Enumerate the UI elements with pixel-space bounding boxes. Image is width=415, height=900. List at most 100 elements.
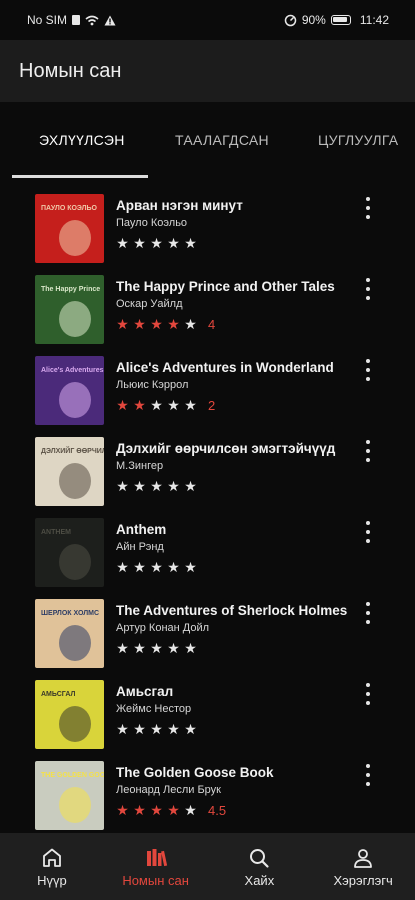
nav-search[interactable]: Хайх: [208, 833, 312, 900]
star-rating: ★ ★ ★ ★ ★: [114, 640, 208, 657]
star-icon: ★: [116, 559, 129, 575]
book-title: Anthem: [116, 522, 167, 537]
cover-art: ПАУЛО КОЭЛЬО: [35, 194, 104, 263]
more-options-icon[interactable]: [362, 683, 374, 705]
more-options-icon[interactable]: [362, 602, 374, 624]
menu-dot: [366, 521, 370, 525]
star-icon: ★: [133, 235, 146, 251]
tab-started[interactable]: ЭХЛҮҮЛСЭН: [39, 132, 125, 148]
cover-art: THE GOLDEN GOOSE: [35, 761, 104, 830]
menu-dot: [366, 449, 370, 453]
book-cover[interactable]: ШЕРЛОК ХОЛМС: [35, 599, 104, 668]
list-item[interactable]: АМЬСГАЛ Амьсгал Жеймс Нестор ★ ★ ★ ★ ★: [0, 664, 415, 749]
star-rating: ★ ★ ★ ★ ★: [114, 559, 208, 576]
cover-art: ANTHEM: [35, 518, 104, 587]
book-title: The Adventures of Sherlock Holmes: [116, 603, 348, 618]
book-author: М.Зингер: [116, 460, 164, 472]
nav-library-label: Номын сан: [122, 873, 189, 888]
list-item[interactable]: ШЕРЛОК ХОЛМС The Adventures of Sherlock H…: [0, 583, 415, 668]
clock: 11:42: [359, 13, 389, 27]
star-rating: ★ ★ ★ ★ ★: [114, 478, 208, 495]
cover-illustration: [59, 706, 91, 742]
star-icon: ★: [167, 316, 180, 332]
cover-art: АМЬСГАЛ: [35, 680, 104, 749]
list-item[interactable]: Alice's Adventures in Wonderland Alice's …: [0, 340, 415, 425]
star-icon: ★: [133, 559, 146, 575]
star-icon: ★: [150, 316, 163, 332]
cover-illustration: [59, 625, 91, 661]
list-item[interactable]: THE GOLDEN GOOSE The Golden Goose Book Лео…: [0, 745, 415, 830]
book-cover[interactable]: THE GOLDEN GOOSE: [35, 761, 104, 830]
app-bar: Номын сан: [0, 40, 415, 102]
menu-dot: [366, 215, 370, 219]
nav-home[interactable]: Нүүр: [0, 833, 104, 900]
menu-dot: [366, 197, 370, 201]
menu-dot: [366, 773, 370, 777]
star-icon: ★: [184, 235, 197, 251]
menu-dot: [366, 692, 370, 696]
star-rating: ★ ★ ★ ★ ★: [114, 235, 208, 252]
nav-library[interactable]: Номын сан: [104, 833, 208, 900]
cover-illustration: [59, 463, 91, 499]
menu-dot: [366, 368, 370, 372]
book-cover[interactable]: The Happy Prince: [35, 275, 104, 344]
menu-dot: [366, 278, 370, 282]
nav-search-label: Хайх: [244, 873, 275, 888]
rating-value: 2: [208, 398, 216, 413]
star-icon: ★: [150, 235, 163, 251]
cover-caption: ПАУЛО КОЭЛЬО: [41, 205, 97, 212]
star-icon: ★: [150, 397, 163, 413]
book-author: Артур Конан Дойл: [116, 622, 210, 634]
book-cover[interactable]: АМЬСГАЛ: [35, 680, 104, 749]
more-options-icon[interactable]: [362, 359, 374, 381]
sim-icon: [72, 15, 81, 25]
more-options-icon[interactable]: [362, 278, 374, 300]
search-icon: [250, 849, 269, 868]
star-icon: ★: [167, 478, 180, 494]
cover-illustration: [59, 544, 91, 580]
book-author: Оскар Уайлд: [116, 298, 183, 310]
list-item[interactable]: ANTHEM Anthem Айн Рэнд ★ ★ ★ ★ ★: [0, 502, 415, 587]
tab-bar: ЭХЛҮҮЛСЭН ТААЛАГДСАН ЦУГЛУУЛГА: [0, 102, 415, 178]
star-rating: ★ ★ ★ ★ ★ 4: [114, 316, 215, 333]
list-item[interactable]: ПАУЛО КОЭЛЬО Арван нэгэн минут Пауло Коэль…: [0, 178, 415, 263]
book-title: Амьсгал: [116, 684, 174, 699]
nav-profile[interactable]: Хэрэглэгч: [311, 833, 415, 900]
cover-caption: ШЕРЛОК ХОЛМС: [41, 610, 99, 617]
menu-dot: [366, 377, 370, 381]
star-icon: ★: [116, 802, 129, 818]
wifi-icon: [85, 15, 99, 25]
more-options-icon[interactable]: [362, 440, 374, 462]
book-cover[interactable]: Alice's Adventures in Wonderland: [35, 356, 104, 425]
tab-liked[interactable]: ТААЛАГДСАН: [175, 132, 269, 148]
library-icon: [146, 849, 167, 867]
list-item[interactable]: The Happy Prince The Happy Prince and Oth…: [0, 259, 415, 344]
star-icon: ★: [133, 397, 146, 413]
book-title: The Happy Prince and Other Tales: [116, 279, 335, 294]
cover-art: ШЕРЛОК ХОЛМС: [35, 599, 104, 668]
more-options-icon[interactable]: [362, 197, 374, 219]
warning-icon: [104, 15, 116, 25]
book-cover[interactable]: ПАУЛО КОЭЛЬО: [35, 194, 104, 263]
menu-dot: [366, 611, 370, 615]
star-icon: ★: [184, 397, 197, 413]
menu-dot: [366, 458, 370, 462]
book-cover[interactable]: ДЭЛХИЙГ ӨӨРЧИЛСӨН: [35, 437, 104, 506]
cover-caption: Alice's Adventures in Wonderland: [41, 367, 104, 374]
more-options-icon[interactable]: [362, 764, 374, 786]
cover-caption: ДЭЛХИЙГ ӨӨРЧИЛСӨН: [41, 446, 104, 455]
book-author: Жеймс Нестор: [116, 703, 192, 715]
more-options-icon[interactable]: [362, 521, 374, 543]
book-author: Льюис Кэррол: [116, 379, 189, 391]
cover-illustration: [59, 382, 91, 418]
menu-dot: [366, 539, 370, 543]
book-title: Дэлхийг өөрчилсөн эмэгтэйчүүд: [116, 441, 336, 456]
cover-art: Alice's Adventures in Wonderland: [35, 356, 104, 425]
tab-collection[interactable]: ЦУГЛУУЛГА: [318, 132, 398, 148]
star-icon: ★: [116, 397, 129, 413]
star-icon: ★: [133, 721, 146, 737]
book-cover[interactable]: ANTHEM: [35, 518, 104, 587]
list-item[interactable]: ДЭЛХИЙГ ӨӨРЧИЛСӨН Дэлхийг өөрчилсөн эмэгт…: [0, 421, 415, 506]
star-icon: ★: [150, 559, 163, 575]
star-icon: ★: [116, 478, 129, 494]
